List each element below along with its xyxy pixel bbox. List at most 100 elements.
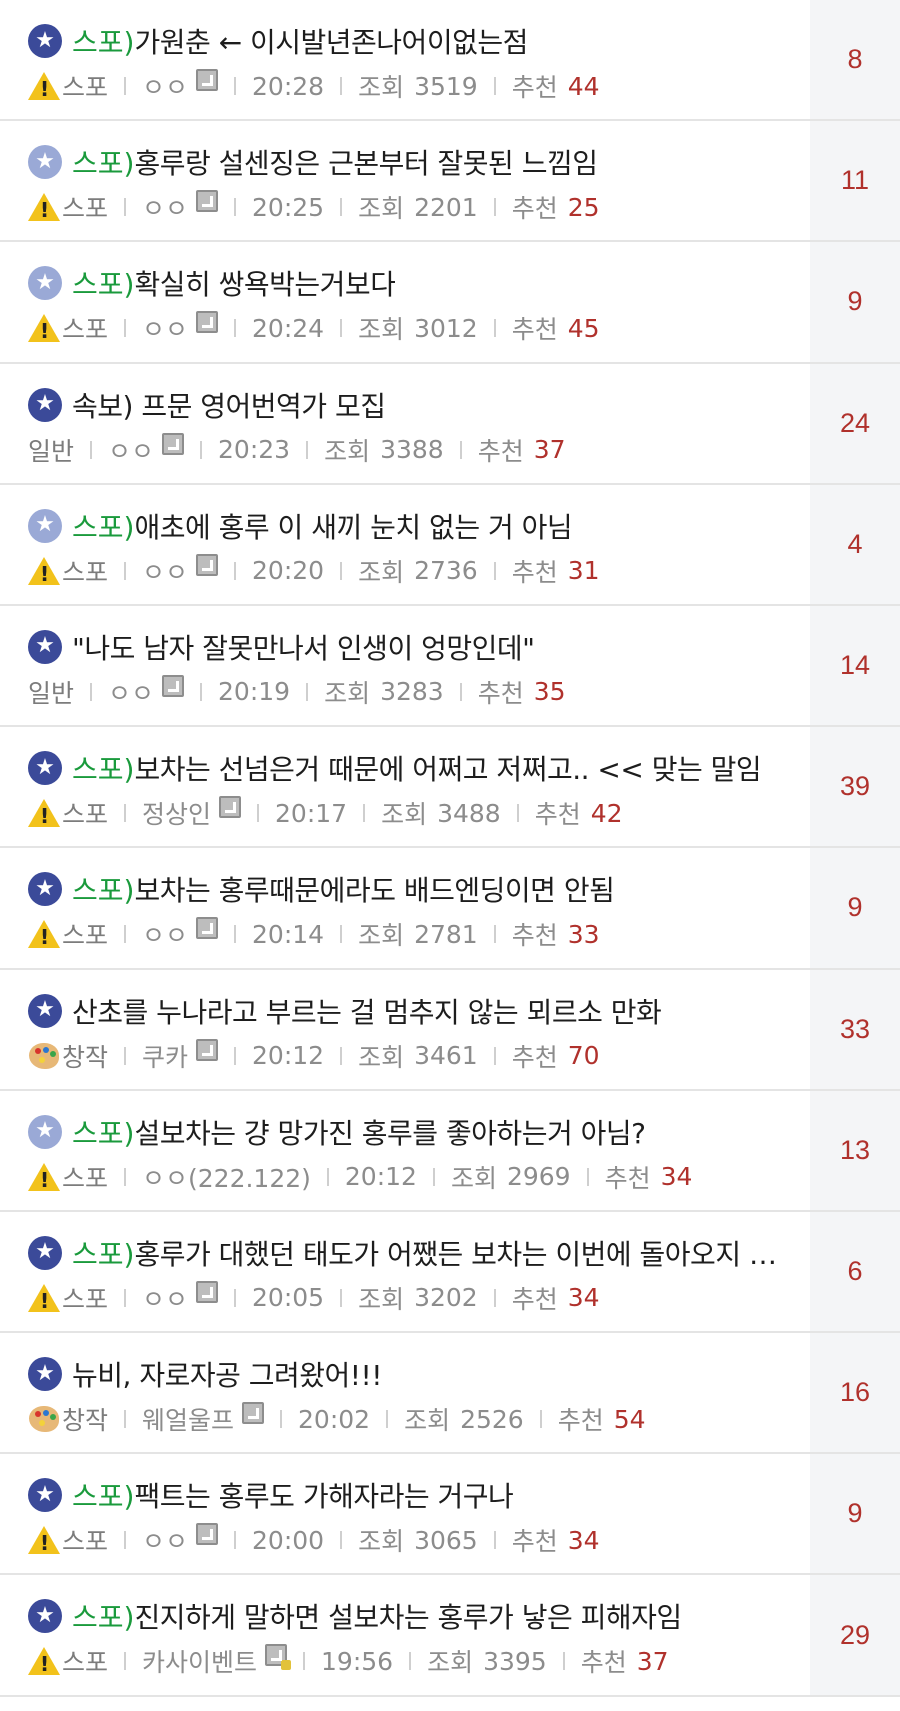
spoiler-prefix: 스포) [72, 268, 135, 302]
comment-count-box[interactable]: 13 [810, 1090, 900, 1210]
post-row[interactable]: ★ 스포)애초에 홍루 이 새끼 눈치 없는 거 아님스포 ㅇㅇ 20:20 조회 273… [0, 484, 900, 606]
post-author[interactable]: ㅇㅇ(222.122) [142, 1159, 311, 1195]
post-title-line[interactable]: ★ 속보) 프문 영어번역가 모집 [28, 384, 800, 426]
recommend-label: 추천 [511, 1527, 558, 1557]
comment-count[interactable]: 13 [840, 1135, 870, 1166]
comment-count[interactable]: 29 [840, 1620, 870, 1651]
comment-count-box[interactable]: 8 [810, 0, 900, 120]
post-list: ★스포)가원춘 ← 이시발년존나어이없는점스포ㅇㅇ20:28조회3519추천44… [0, 0, 900, 1697]
warning-icon [28, 556, 60, 586]
post-title-line[interactable]: ★ 스포) 진지하게 말하면 설보차는 홍루가 낳은 피해자임 [28, 1595, 800, 1637]
post-row[interactable]: ★ 속보) 프문 영어번역가 모집일반 ㅇㅇ 20:23 조회 3388 추천 37 24 [0, 363, 900, 485]
post-row[interactable]: ★ "나도 남자 잘못만나서 인생이 엉망인데" 일반 ㅇㅇ 20:19 조회 3283 추천… [0, 605, 900, 728]
comment-count-box[interactable]: 29 [810, 1575, 900, 1695]
post-views: 3461 [414, 1041, 478, 1070]
post-author[interactable]: ㅇㅇ [142, 1280, 188, 1316]
user-badge-icon [196, 1038, 219, 1061]
post-title-line[interactable]: ★ 스포) 가원춘 ← 이시발년존나어이없는점 [28, 20, 800, 62]
post-title[interactable]: 뉴비, 자로자공 그려왔어!!! [72, 1354, 382, 1394]
comment-count[interactable]: 16 [840, 1377, 870, 1408]
post-title-line[interactable]: ★ "나도 남자 잘못만나서 인생이 엉망인데" [28, 626, 800, 668]
post-author[interactable]: ㅇㅇ [142, 189, 188, 225]
warning-icon [28, 1162, 60, 1192]
comment-count-box[interactable]: 39 [810, 727, 900, 847]
comment-count[interactable]: 8 [847, 44, 862, 75]
post-title[interactable]: 진지하게 말하면 설보차는 홍루가 낳은 피해자임 [134, 1596, 681, 1636]
post-title[interactable]: 보차는 홍루때문에라도 배드엔딩이면 안됨 [134, 869, 614, 909]
post-title-line[interactable]: ★ 스포) 보차는 홍루때문에라도 배드엔딩이면 안됨 [28, 868, 800, 910]
post-time: 20:14 [252, 919, 325, 949]
post-title[interactable]: 설보차는 걍 망가진 홍루를 좋아하는거 아님? [134, 1112, 645, 1152]
comment-count-box[interactable]: 9 [810, 242, 900, 362]
post-title[interactable]: 애초에 홍루 이 새끼 눈치 없는 거 아님 [134, 506, 572, 546]
post-meta: 스포 ㅇㅇ(222.122) 20:12 조회 2969 추천 34 [28, 1159, 800, 1195]
post-row[interactable]: ★ 스포)가원춘 ← 이시발년존나어이없는점스포 ㅇㅇ 20:28 조회 3519 추천 44… [0, 0, 900, 122]
comment-count[interactable]: 14 [840, 650, 870, 681]
comment-count[interactable]: 24 [840, 408, 870, 439]
post-title[interactable]: 보차는 선넘은거 때문에 어쩌고 저쩌고.. << 맞는 말임 [134, 748, 761, 788]
post-row[interactable]: ★ 스포)진지하게 말하면 설보차는 홍루가 낳은 피해자임스포 카사이벤트 19:5… [0, 1575, 900, 1697]
comment-count-box[interactable]: 9 [810, 848, 900, 968]
post-title[interactable]: 홍루가 대했던 태도가 어쨌든 보차는 이번에 돌아오지 … [134, 1233, 776, 1273]
post-title-line[interactable]: ★ 스포) 설보차는 걍 망가진 홍루를 좋아하는거 아님? [28, 1111, 800, 1153]
divider [493, 77, 496, 95]
post-row[interactable]: ★ 스포)팩트는 홍루도 가해자라는 거구나스포 ㅇㅇ 20:00 조회 3065 추천 34… [0, 1454, 900, 1576]
post-row[interactable]: ★ 스포)설보차는 걍 망가진 홍루를 좋아하는거 아님? 스포 ㅇㅇ(222.122… [0, 1090, 900, 1212]
post-author[interactable]: ㅇㅇ [108, 674, 154, 710]
post-title-line[interactable]: ★ 스포) 홍루랑 설센징은 근본부터 잘못된 느낌임 [28, 141, 800, 183]
comment-count-box[interactable]: 9 [810, 1454, 900, 1574]
post-row[interactable]: ★ 스포)홍루가 대했던 태도가 어쨌든 보차는 이번에 돌아오지 … 스포 ㅇㅇ 20… [0, 1211, 900, 1334]
post-row[interactable]: ★ 스포)확실히 쌍욕박는거보다스포 ㅇㅇ 20:24 조회 3012 추천 45 9 [0, 242, 900, 364]
comment-count-box[interactable]: 24 [810, 363, 900, 483]
comment-count[interactable]: 11 [841, 165, 869, 196]
post-title-line[interactable]: ★ 산초를 누나라고 부르는 걸 멈추지 않는 뫼르소 만화 [28, 990, 800, 1032]
post-author[interactable]: ㅇㅇ [142, 68, 188, 104]
post-title-line[interactable]: ★ 스포) 보차는 선넘은거 때문에 어쩌고 저쩌고.. << 맞는 말임 [28, 747, 800, 789]
post-meta: 스포 ㅇㅇ 20:28 조회 3519 추천 44 [28, 68, 800, 104]
comment-count-box[interactable]: 33 [810, 969, 900, 1089]
post-title[interactable]: 확실히 쌍욕박는거보다 [134, 263, 395, 303]
comment-count[interactable]: 6 [847, 1256, 862, 1287]
comment-count[interactable]: 9 [847, 892, 862, 923]
comment-count[interactable]: 33 [840, 1014, 870, 1045]
comment-count[interactable]: 39 [840, 771, 870, 802]
post-row[interactable]: ★ 스포)보차는 선넘은거 때문에 어쩌고 저쩌고.. << 맞는 말임스포 정상인… [0, 727, 900, 849]
post-author[interactable]: ㅇㅇ [108, 432, 154, 468]
post-title[interactable]: 속보) 프문 영어번역가 모집 [72, 385, 386, 425]
post-author[interactable]: 웨얼울프 [142, 1401, 234, 1437]
comment-count-box[interactable]: 14 [810, 605, 900, 726]
post-title[interactable]: "나도 남자 잘못만나서 인생이 엉망인데" [72, 627, 535, 667]
comment-count-box[interactable]: 16 [810, 1333, 900, 1453]
post-title[interactable]: 산초를 누나라고 부르는 걸 멈추지 않는 뫼르소 만화 [72, 991, 661, 1031]
comment-count-box[interactable]: 6 [810, 1211, 900, 1332]
post-row[interactable]: ★ 산초를 누나라고 부르는 걸 멈추지 않는 뫼르소 만화 창작 쿠카 20:12 조회… [0, 969, 900, 1091]
comment-count[interactable]: 4 [847, 529, 862, 560]
post-author[interactable]: ㅇㅇ [142, 310, 188, 346]
post-category: 스포 [62, 1527, 109, 1557]
post-title[interactable]: 홍루랑 설센징은 근본부터 잘못된 느낌임 [134, 142, 597, 182]
post-row[interactable]: ★ 스포)홍루랑 설센징은 근본부터 잘못된 느낌임스포 ㅇㅇ 20:25 조회 2201… [0, 121, 900, 243]
post-author[interactable]: ㅇㅇ [142, 1522, 188, 1558]
post-row[interactable]: ★ 스포)보차는 홍루때문에라도 배드엔딩이면 안됨스포 ㅇㅇ 20:14 조회 2781… [0, 848, 900, 970]
post-author[interactable]: ㅇㅇ [142, 916, 188, 952]
post-author[interactable]: ㅇㅇ [142, 553, 188, 589]
post-author[interactable]: 정상인 [142, 795, 211, 831]
warning-icon [28, 1525, 60, 1555]
comment-count[interactable]: 9 [847, 1498, 862, 1529]
comment-count-box[interactable]: 11 [810, 121, 900, 241]
post-meta: 일반 ㅇㅇ 20:23 조회 3388 추천 37 [28, 432, 800, 468]
comment-count-box[interactable]: 4 [810, 484, 900, 604]
post-title[interactable]: 팩트는 홍루도 가해자라는 거구나 [134, 1475, 513, 1515]
post-title-line[interactable]: ★ 스포) 홍루가 대했던 태도가 어쨌든 보차는 이번에 돌아오지 … [28, 1232, 800, 1274]
comment-count[interactable]: 9 [847, 286, 862, 317]
post-author[interactable]: 쿠카 [142, 1038, 188, 1074]
post-title-line[interactable]: ★ 스포) 팩트는 홍루도 가해자라는 거구나 [28, 1474, 800, 1516]
post-row[interactable]: ★ 뉴비, 자로자공 그려왔어!!! 창작 웨얼울프 20:02 조회 2526 추천 54 16 [0, 1333, 900, 1455]
post-title[interactable]: 가원춘 ← 이시발년존나어이없는점 [134, 21, 527, 61]
divider [124, 1410, 127, 1429]
post-title-line[interactable]: ★ 뉴비, 자로자공 그려왔어!!! [28, 1353, 800, 1395]
post-title-line[interactable]: ★ 스포) 애초에 홍루 이 새끼 눈치 없는 거 아님 [28, 505, 800, 547]
post-title-line[interactable]: ★ 스포) 확실히 쌍욕박는거보다 [28, 262, 800, 304]
post-author[interactable]: 카사이벤트 [142, 1643, 257, 1679]
warning-icon [28, 313, 60, 343]
